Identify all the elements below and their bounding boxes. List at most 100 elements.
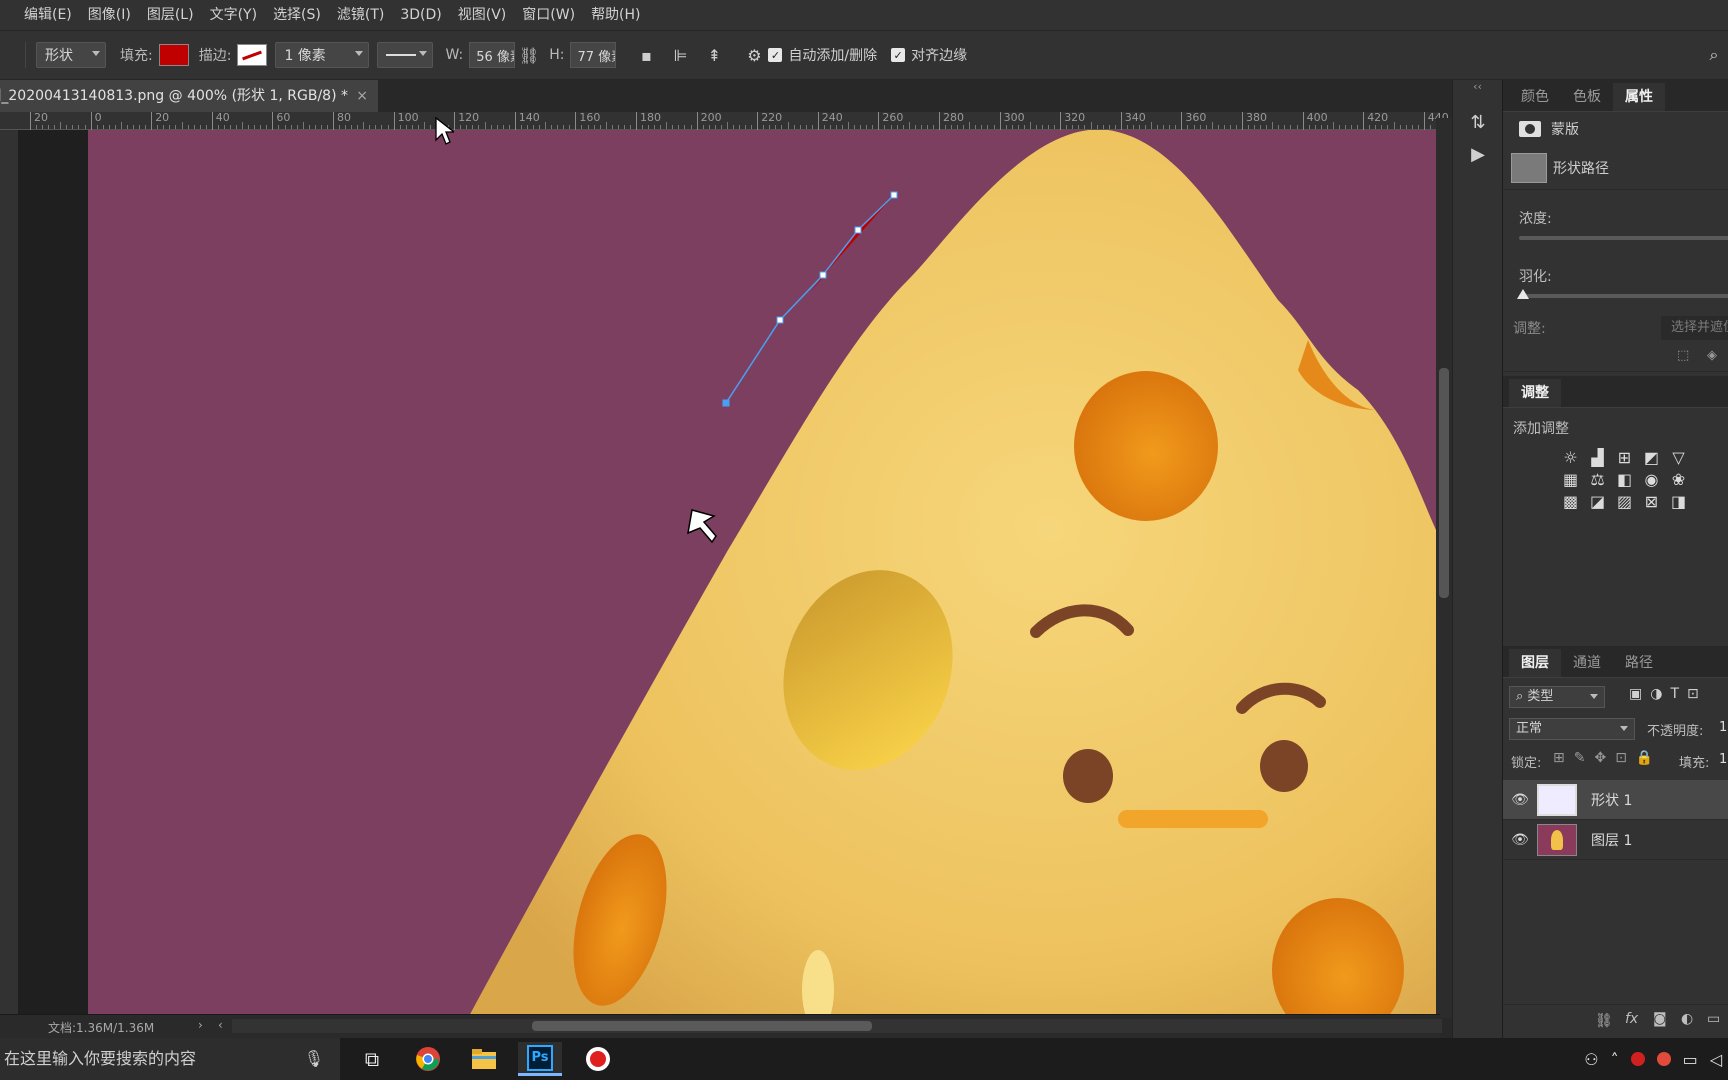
task-view-icon[interactable]: ⧉ xyxy=(350,1042,394,1076)
invert-icon[interactable]: ◈ xyxy=(1707,348,1717,363)
screen-recorder-icon[interactable] xyxy=(576,1042,620,1076)
menu-3d[interactable]: 3D(D) xyxy=(392,0,449,30)
chevron-up-icon[interactable]: ˄ xyxy=(1611,1050,1619,1069)
hue-saturation-icon[interactable]: ▦ xyxy=(1557,470,1584,489)
shape-path-row[interactable]: 形状路径 xyxy=(1503,146,1728,190)
vertical-scrollbar[interactable] xyxy=(1436,118,1452,1018)
gradient-map-icon[interactable]: ◨ xyxy=(1665,492,1692,511)
app-tray-icon[interactable] xyxy=(1656,1052,1671,1066)
microphone-icon[interactable]: 🎙 xyxy=(304,1038,324,1080)
brightness-icon[interactable]: ☼ xyxy=(1557,448,1584,467)
menu-edit[interactable]: 编辑(E) xyxy=(16,0,80,30)
tab-channels[interactable]: 通道 xyxy=(1561,649,1613,677)
eye-icon[interactable]: 👁 xyxy=(1503,832,1537,848)
file-explorer-icon[interactable] xyxy=(462,1042,506,1076)
stroke-width-select[interactable]: 1 像素 xyxy=(275,42,370,68)
color-balance-icon[interactable]: ⚖ xyxy=(1584,470,1611,489)
network-icon[interactable]: ▭ xyxy=(1683,1050,1698,1069)
history-icon[interactable]: ⇅ xyxy=(1453,106,1503,138)
fill-opacity-value[interactable]: 100% xyxy=(1719,752,1728,767)
scroll-left-arrow[interactable]: ‹ xyxy=(218,1018,223,1032)
tab-paths[interactable]: 路径 xyxy=(1613,649,1665,677)
anchor-point[interactable] xyxy=(819,271,827,279)
anchor-point[interactable] xyxy=(890,191,898,199)
horizontal-scroll-thumb[interactable] xyxy=(532,1021,872,1031)
layer-filter-icons[interactable]: ▣◑T⊡ xyxy=(1629,686,1707,702)
curves-icon[interactable]: ⊞ xyxy=(1611,448,1638,467)
threshold-icon[interactable]: ⊠ xyxy=(1638,492,1665,511)
auto-add-delete-checkbox[interactable]: ✓ 自动添加/删除 xyxy=(768,45,877,65)
collapse-panels-button[interactable]: ‹‹ xyxy=(1453,80,1502,106)
marquee-icon[interactable]: ⬚ xyxy=(1677,348,1689,363)
taskbar-search-input[interactable]: 在这里输入你要搜索的内容 🎙 xyxy=(0,1038,340,1080)
stroke-type-select[interactable] xyxy=(377,42,434,68)
record-tray-icon[interactable] xyxy=(1630,1052,1645,1066)
posterize-icon[interactable]: ▨ xyxy=(1611,492,1638,511)
chrome-icon[interactable] xyxy=(406,1042,450,1076)
menu-window[interactable]: 窗口(W) xyxy=(514,0,583,30)
stroke-color-swatch[interactable] xyxy=(237,44,268,66)
people-icon[interactable]: ⚇ xyxy=(1584,1050,1598,1069)
fill-color-swatch[interactable] xyxy=(158,44,189,66)
menu-filter[interactable]: 滤镜(T) xyxy=(329,0,392,30)
ruler-minor-tick xyxy=(793,125,795,129)
horizontal-scrollbar[interactable] xyxy=(232,1019,1442,1033)
status-menu-arrow[interactable]: › xyxy=(198,1018,203,1032)
menu-view[interactable]: 视图(V) xyxy=(450,0,515,30)
width-input[interactable]: 56 像素 xyxy=(469,42,516,68)
menu-image[interactable]: 图像(I) xyxy=(80,0,139,30)
height-input[interactable]: 77 像素 xyxy=(570,42,617,68)
path-alignment-icon[interactable]: ⊫ xyxy=(666,41,694,69)
link-icon[interactable]: ⛓ xyxy=(515,41,543,69)
align-edges-checkbox[interactable]: ✓ 对齐边缘 xyxy=(891,45,967,65)
anchor-point[interactable] xyxy=(722,399,730,407)
black-white-icon[interactable]: ◧ xyxy=(1611,470,1638,489)
tab-color[interactable]: 颜色 xyxy=(1509,83,1561,111)
layer-filter-select[interactable]: ⌕ 类型 xyxy=(1509,686,1605,708)
ruler-minor-tick xyxy=(1114,125,1116,129)
color-lookup-icon[interactable]: ▩ xyxy=(1557,492,1584,511)
fx-icon[interactable]: fx xyxy=(1625,1011,1638,1027)
exposure-icon[interactable]: ◩ xyxy=(1638,448,1665,467)
menu-type[interactable]: 文字(Y) xyxy=(202,0,265,30)
anchor-point[interactable] xyxy=(776,316,784,324)
add-mask-icon[interactable]: ◙ xyxy=(1653,1011,1667,1027)
new-group-icon[interactable]: ▭ xyxy=(1707,1011,1720,1027)
layer-row-shape-1[interactable]: 👁 形状 1 xyxy=(1503,780,1728,820)
vibrance-icon[interactable]: ▽ xyxy=(1665,448,1692,467)
path-operations-icon[interactable]: ▪ xyxy=(632,41,660,69)
select-and-mask-button[interactable]: 选择并遮住... xyxy=(1661,316,1728,340)
tool-mode-select[interactable]: 形状 xyxy=(36,42,106,68)
document-tab[interactable]: 截图_20200413140813.png @ 400% (形状 1, RGB/… xyxy=(0,80,378,112)
invert-adjust-icon[interactable]: ◪ xyxy=(1584,492,1611,511)
channel-mixer-icon[interactable]: ❀ xyxy=(1665,470,1692,489)
lock-icons[interactable]: ⊞✎✥⊡🔒 xyxy=(1553,750,1662,766)
photoshop-taskbar-icon[interactable]: Ps xyxy=(518,1042,562,1076)
volume-icon[interactable]: ◁ xyxy=(1710,1050,1722,1069)
vertical-scroll-thumb[interactable] xyxy=(1439,368,1449,598)
tab-swatches[interactable]: 色板 xyxy=(1561,83,1613,111)
levels-icon[interactable]: ▟ xyxy=(1584,448,1611,467)
gear-icon[interactable]: ⚙ xyxy=(740,41,768,69)
tab-properties[interactable]: 属性 xyxy=(1613,83,1665,111)
blend-mode-select[interactable]: 正常 xyxy=(1509,718,1635,740)
layer-row-layer-1[interactable]: 👁 图层 1 xyxy=(1503,820,1728,860)
menu-select[interactable]: 选择(S) xyxy=(265,0,329,30)
mask-row[interactable]: 蒙版 xyxy=(1503,112,1728,146)
search-icon[interactable]: ⌕ xyxy=(1700,41,1728,69)
photo-filter-icon[interactable]: ◉ xyxy=(1638,470,1665,489)
path-arrangement-icon[interactable]: ⇞ xyxy=(700,41,728,69)
anchor-point[interactable] xyxy=(854,226,862,234)
play-action-icon[interactable]: ▶ xyxy=(1453,138,1503,170)
tab-layers[interactable]: 图层 xyxy=(1509,649,1561,677)
opacity-value[interactable]: 100% xyxy=(1719,720,1728,735)
new-adjustment-icon[interactable]: ◐ xyxy=(1681,1011,1693,1027)
canvas-area[interactable] xyxy=(0,130,1440,1018)
link-layers-icon[interactable]: ⛓ xyxy=(1595,1013,1613,1029)
tab-adjustments[interactable]: 调整 xyxy=(1509,379,1561,407)
menu-layer[interactable]: 图层(L) xyxy=(139,0,202,30)
menu-help[interactable]: 帮助(H) xyxy=(583,0,648,30)
artboard[interactable] xyxy=(88,130,1436,1018)
eye-icon[interactable]: 👁 xyxy=(1503,792,1537,808)
close-icon[interactable]: × xyxy=(356,80,368,112)
